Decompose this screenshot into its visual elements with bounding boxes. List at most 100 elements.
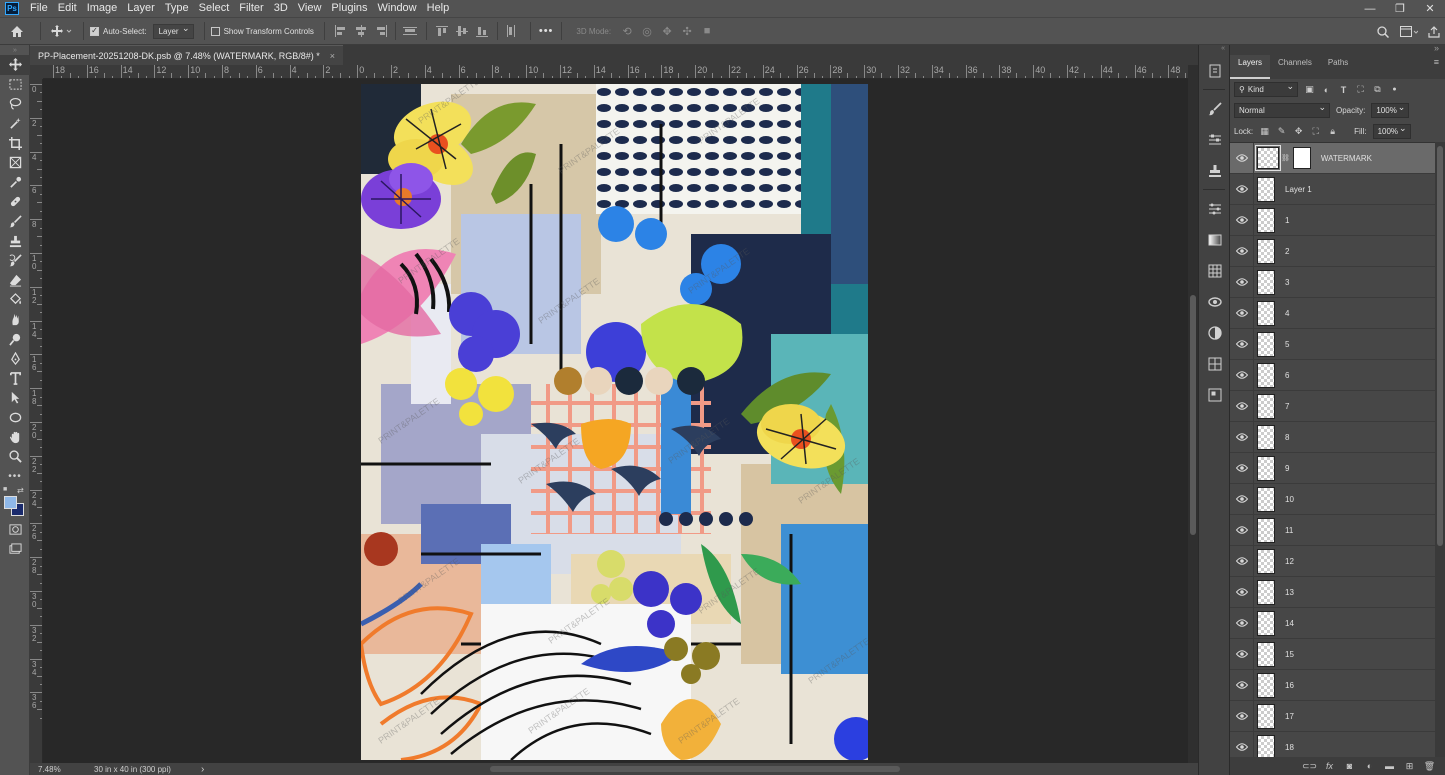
align-right-icon[interactable]	[374, 25, 388, 37]
fill-field[interactable]: 100%	[1372, 123, 1411, 139]
layer-row[interactable]: 1	[1230, 204, 1435, 236]
swatches-panel-icon[interactable]	[1199, 255, 1231, 286]
canvas-horizontal-scroll-thumb[interactable]	[490, 766, 900, 772]
layer-row[interactable]: 8	[1230, 421, 1435, 453]
3d-roll-icon[interactable]: ◎	[637, 17, 657, 45]
mask-link-icon[interactable]: ⛓	[1281, 154, 1290, 162]
visibility-eye-icon[interactable]	[1230, 700, 1254, 732]
menu-image[interactable]: Image	[82, 0, 123, 17]
layer-thumbnail[interactable]	[1257, 610, 1275, 636]
layer-row[interactable]: 10	[1230, 483, 1435, 515]
menu-plugins[interactable]: Plugins	[326, 0, 372, 17]
filter-pixel-icon[interactable]: ▣	[1304, 84, 1315, 95]
3d-camera-icon[interactable]: ■	[697, 17, 717, 45]
auto-select-checkbox[interactable]: ✓	[90, 26, 99, 36]
layer-thumbnail[interactable]	[1257, 641, 1275, 667]
fx-icon[interactable]: fx	[1324, 761, 1335, 772]
move-tool-preset-icon[interactable]	[47, 17, 77, 45]
type-tool-icon[interactable]	[0, 369, 30, 389]
layer-row[interactable]: 5	[1230, 328, 1435, 360]
visibility-eye-icon[interactable]	[1230, 235, 1254, 267]
close-tab-icon[interactable]: ×	[330, 51, 335, 61]
tab-channels[interactable]: Channels	[1270, 55, 1320, 79]
layer-name[interactable]: 1	[1285, 216, 1289, 225]
workspace-icon[interactable]	[1395, 18, 1423, 46]
menu-window[interactable]: Window	[373, 0, 422, 17]
menu-view[interactable]: View	[293, 0, 327, 17]
panel-menu-icon[interactable]: ≡	[1434, 57, 1439, 67]
layer-row[interactable]: 15	[1230, 638, 1435, 670]
layer-name[interactable]: 15	[1285, 650, 1294, 659]
visibility-eye-icon[interactable]	[1230, 545, 1254, 577]
lock-artboard-icon[interactable]: ⛶	[1310, 126, 1321, 137]
visibility-eye-icon[interactable]	[1230, 421, 1254, 453]
visibility-eye-icon[interactable]	[1230, 576, 1254, 608]
ruler-origin[interactable]	[30, 65, 43, 79]
layer-row[interactable]: 17	[1230, 700, 1435, 732]
layers-scroll-thumb[interactable]	[1437, 146, 1443, 546]
visibility-eye-icon[interactable]	[1230, 173, 1254, 205]
brush-settings-panel-icon[interactable]	[1199, 124, 1231, 155]
layer-thumbnail[interactable]	[1257, 424, 1275, 450]
minimize-icon[interactable]: —	[1355, 0, 1385, 17]
3d-pan-icon[interactable]: ✥	[657, 17, 677, 45]
visibility-eye-icon[interactable]	[1230, 514, 1254, 546]
brush-tool-icon[interactable]	[0, 212, 30, 232]
mask-icon[interactable]: ◙	[1344, 761, 1355, 772]
lock-pixels-icon[interactable]: ✎	[1276, 126, 1287, 137]
layer-thumbnail[interactable]	[1257, 548, 1275, 574]
layer-thumbnail[interactable]	[1257, 207, 1275, 233]
visibility-eye-icon[interactable]	[1230, 638, 1254, 670]
menu-filter[interactable]: Filter	[234, 0, 268, 17]
lock-transparency-icon[interactable]: ▦	[1259, 126, 1270, 137]
dodge-tool-icon[interactable]	[0, 329, 30, 349]
layer-row[interactable]: 6	[1230, 359, 1435, 391]
distribute-vertical-icon[interactable]	[505, 25, 519, 37]
eraser-tool-icon[interactable]	[0, 271, 30, 291]
panel-collapse-icon[interactable]: »	[1434, 43, 1439, 53]
history-brush-tool-icon[interactable]	[0, 251, 30, 271]
trash-icon[interactable]: 🗑︎	[1424, 761, 1435, 772]
filter-toggle-icon[interactable]: ●	[1389, 84, 1400, 95]
layer-row[interactable]: 16	[1230, 669, 1435, 701]
visibility-eye-icon[interactable]	[1230, 204, 1254, 236]
adjustment-icon[interactable]: ◐	[1364, 761, 1375, 772]
show-transform-checkbox[interactable]	[210, 26, 220, 36]
patterns-panel-icon[interactable]	[1199, 348, 1231, 379]
screen-mode-icon[interactable]	[0, 540, 30, 560]
lasso-tool-icon[interactable]	[0, 94, 30, 114]
marquee-tool-icon[interactable]	[0, 75, 30, 95]
layer-name[interactable]: 18	[1285, 743, 1294, 752]
layer-row[interactable]: 11	[1230, 514, 1435, 546]
visibility-eye-icon[interactable]	[1230, 731, 1254, 757]
layer-row[interactable]: 12	[1230, 545, 1435, 577]
layer-name[interactable]: 13	[1285, 588, 1294, 597]
properties-panel-icon[interactable]	[1199, 193, 1231, 224]
layer-thumbnail[interactable]	[1257, 176, 1275, 202]
horizontal-ruler[interactable]: 18 16 14 12 10 8 6 4 2 0 2 4 6 8 10 12 14 16 18 20 22 24 26 28 3…	[43, 65, 1188, 79]
layer-row[interactable]: ⛓ WATERMARK	[1230, 143, 1435, 174]
layer-thumbnail[interactable]	[1257, 579, 1275, 605]
layer-name[interactable]: 3	[1285, 278, 1289, 287]
visibility-eye-icon[interactable]	[1230, 607, 1254, 639]
document-canvas[interactable]: PRINT&PALETTE PRINT&PALETTE PRINT&PALETT…	[361, 84, 868, 760]
layer-row[interactable]: 3	[1230, 266, 1435, 298]
visibility-eye-icon[interactable]	[1230, 297, 1254, 329]
default-colors-icon[interactable]: ■	[3, 486, 7, 493]
clone-stamp-tool-icon[interactable]	[0, 231, 30, 251]
swap-colors-icon[interactable]: ⇄	[17, 486, 24, 495]
group-folder-icon[interactable]: ▬	[1384, 761, 1395, 772]
layer-name[interactable]: 2	[1285, 247, 1289, 256]
magic-wand-tool-icon[interactable]	[0, 114, 30, 134]
layer-thumbnail[interactable]	[1257, 672, 1275, 698]
layer-thumbnail[interactable]	[1257, 238, 1275, 264]
layer-row[interactable]: 9	[1230, 452, 1435, 484]
distribute-horizontal-icon[interactable]	[402, 25, 417, 37]
filter-shape-icon[interactable]: ⛶	[1355, 84, 1366, 95]
visibility-eye-icon[interactable]	[1230, 359, 1254, 391]
filter-adjustment-icon[interactable]: ◐	[1321, 84, 1332, 95]
layer-name[interactable]: 4	[1285, 309, 1289, 318]
edit-toolbar-icon[interactable]: •••	[0, 466, 30, 486]
eyedropper-tool-icon[interactable]	[0, 173, 30, 193]
status-arrow-icon[interactable]: ›	[201, 764, 204, 775]
